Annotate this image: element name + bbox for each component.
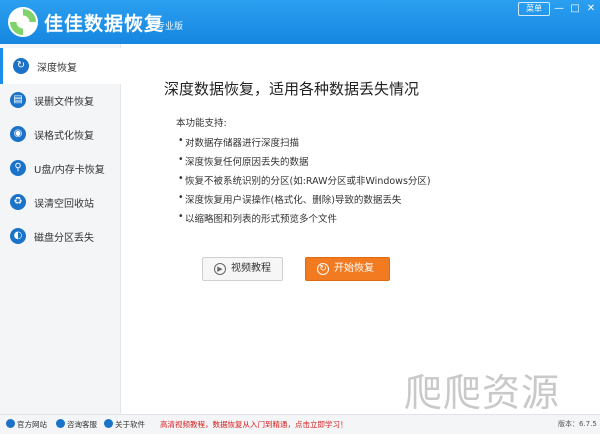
- sidebar-item-label: 误清空回收站: [34, 199, 94, 210]
- footer-link-about[interactable]: 关于软件: [104, 419, 145, 430]
- close-icon[interactable]: ✕: [583, 1, 599, 17]
- feature-item: 深度恢复任何原因丢失的数据: [178, 154, 308, 168]
- watermark: 爬爬资源: [404, 371, 561, 415]
- sidebar-item-usb-recovery[interactable]: ⚲ U盘/内存卡恢复: [0, 150, 121, 186]
- feature-item: 深度恢复用户误操作(格式化、删除)导致的数据丢失: [178, 192, 401, 206]
- app-edition: 专业版: [156, 22, 184, 32]
- title-bar: 佳佳数据恢复 专业版 菜单 — □ ✕: [0, 0, 600, 44]
- video-tutorial-button[interactable]: ▶ 视频教程: [202, 257, 283, 281]
- home-icon: [6, 419, 15, 428]
- sidebar-item-partition-lost[interactable]: ◐ 磁盘分区丢失: [0, 218, 121, 254]
- feature-item: 以缩略图和列表的形式预览多个文件: [178, 211, 337, 225]
- deleted-file-icon: ▤: [10, 92, 26, 108]
- start-recovery-label: 开始恢复: [334, 263, 374, 274]
- chat-icon: [56, 419, 65, 428]
- app-title: 佳佳数据恢复: [44, 13, 165, 35]
- sidebar-item-deleted-files[interactable]: ▤ 误删文件恢复: [0, 82, 121, 118]
- info-icon: [104, 419, 113, 428]
- disk-partition-icon: ◐: [10, 228, 26, 244]
- features-heading: 本功能支持:: [176, 118, 227, 129]
- maximize-icon[interactable]: □: [567, 1, 583, 17]
- version-label: 版本：6.7.5: [558, 420, 597, 428]
- sidebar-item-label: 磁盘分区丢失: [34, 233, 94, 244]
- sidebar-item-recycle-bin[interactable]: ♻ 误清空回收站: [0, 184, 121, 220]
- sidebar: ↻ 深度恢复 ▤ 误删文件恢复 ◉ 误格式化恢复 ⚲ U盘/内存卡恢复 ♻ 误清…: [0, 44, 121, 414]
- feature-item: 恢复不被系统识别的分区(如:RAW分区或非Windows分区): [178, 173, 431, 187]
- deep-recovery-icon: ↻: [13, 58, 29, 74]
- sidebar-item-format-recovery[interactable]: ◉ 误格式化恢复: [0, 116, 121, 152]
- recycle-bin-icon: ♻: [10, 194, 26, 210]
- sidebar-item-label: U盘/内存卡恢复: [34, 165, 105, 176]
- video-tutorial-label: 视频教程: [231, 263, 271, 274]
- refresh-icon: ↻: [317, 263, 329, 275]
- start-recovery-button[interactable]: ↻ 开始恢复: [305, 257, 390, 281]
- footer-link-support[interactable]: 咨询客服: [56, 419, 97, 430]
- sidebar-item-deep-recovery[interactable]: ↻ 深度恢复: [0, 48, 121, 84]
- feature-item: 对数据存储器进行深度扫描: [178, 135, 299, 149]
- page-title: 深度数据恢复，适用各种数据丢失情况: [164, 80, 420, 98]
- menu-button[interactable]: 菜单: [518, 2, 550, 16]
- sidebar-item-label: 深度恢复: [37, 63, 77, 74]
- promo-link[interactable]: 高清视频教程，数据恢复从入门到精通，点击立即学习！: [160, 419, 348, 430]
- app-logo-icon: [8, 7, 38, 37]
- sidebar-item-label: 误删文件恢复: [34, 97, 94, 108]
- minimize-icon[interactable]: —: [551, 1, 567, 17]
- play-icon: ▶: [214, 263, 226, 275]
- format-recovery-icon: ◉: [10, 126, 26, 142]
- footer-link-website[interactable]: 官方网站: [6, 419, 47, 430]
- usb-drive-icon: ⚲: [10, 160, 26, 176]
- sidebar-item-label: 误格式化恢复: [34, 131, 94, 142]
- footer: 官方网站 咨询客服 关于软件 高清视频教程，数据恢复从入门到精通，点击立即学习！…: [0, 414, 600, 434]
